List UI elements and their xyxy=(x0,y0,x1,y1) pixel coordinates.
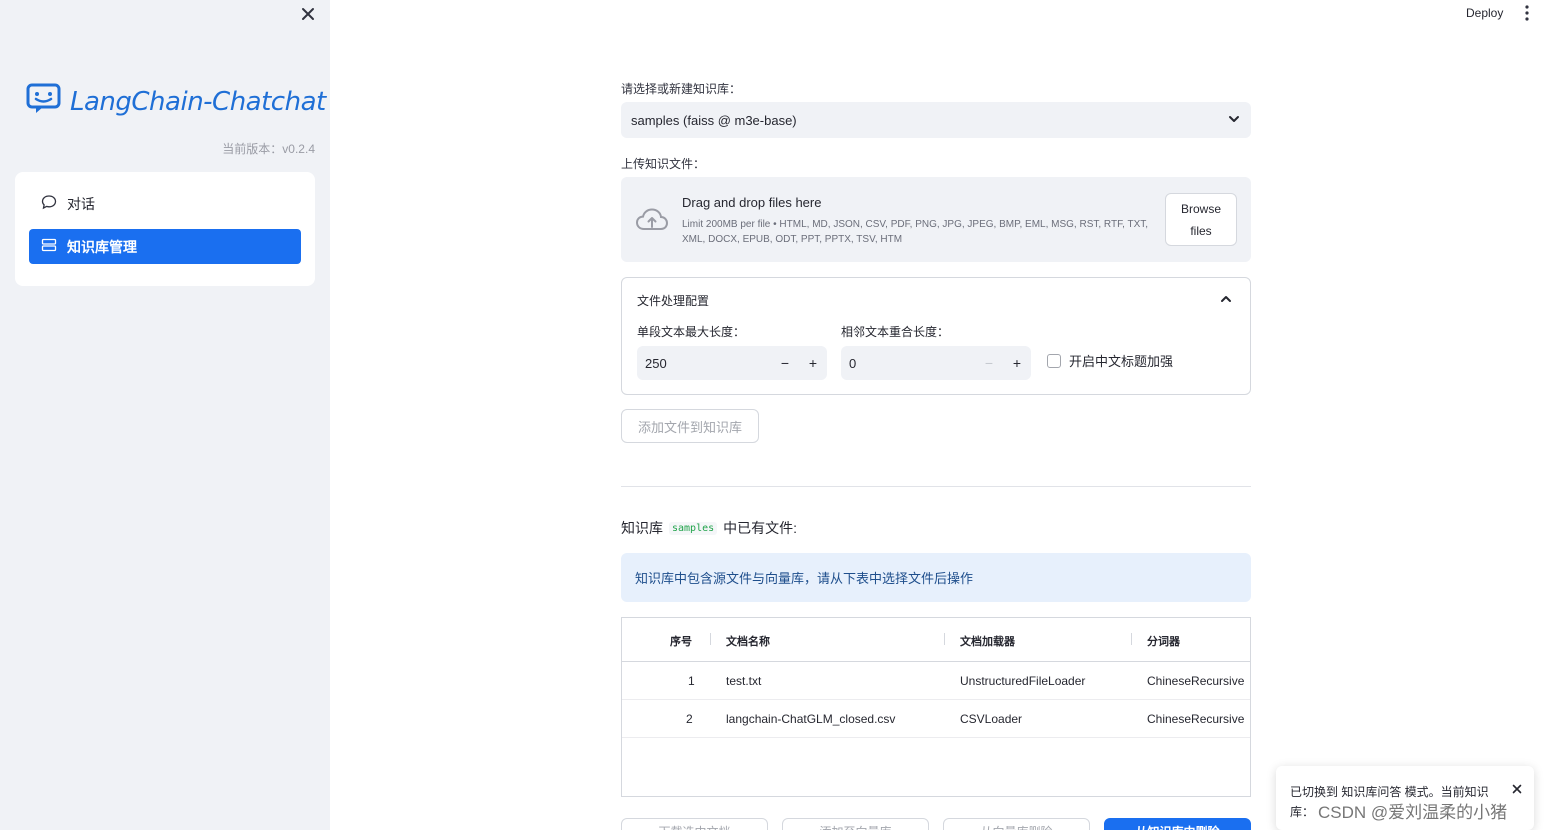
overlap-label: 相邻文本重合长度： xyxy=(841,325,950,339)
config-title[interactable]: 文件处理配置 xyxy=(637,292,709,309)
browse-files-button[interactable]: Browse files xyxy=(1165,193,1237,246)
column-separator xyxy=(944,633,945,645)
upload-label: 上传知识文件： xyxy=(621,157,706,171)
overlap-value[interactable]: 0 xyxy=(841,356,975,371)
increment-button[interactable]: + xyxy=(799,355,827,371)
kb-files-table[interactable]: 序号 文档名称 文档加载器 分词器 1 test.txt Unstructure… xyxy=(621,617,1251,797)
chunk-size-value[interactable]: 250 xyxy=(637,356,771,371)
sidebar: LangChain-Chatchat 当前版本：v0.2.4 对话 知识库管理 xyxy=(0,0,330,830)
browse-label-line1: Browse xyxy=(1180,202,1221,216)
table-row[interactable]: 1 test.txt UnstructuredFileLoader Chines… xyxy=(622,662,1250,700)
close-sidebar-icon[interactable] xyxy=(298,4,318,24)
download-selected-button[interactable]: 下载选中文档 xyxy=(621,818,768,830)
chat-bubble-icon xyxy=(41,194,57,213)
close-icon[interactable] xyxy=(1512,780,1522,800)
version-label: 当前版本：v0.2.4 xyxy=(222,142,315,156)
column-header-name[interactable]: 文档名称 xyxy=(726,633,770,649)
increment-button[interactable]: + xyxy=(1003,355,1031,371)
zh-title-enhance-checkbox[interactable]: 开启中文标题加强 xyxy=(1047,351,1173,370)
column-header-index[interactable]: 序号 xyxy=(670,633,692,649)
checkbox-label: 开启中文标题加强 xyxy=(1069,354,1174,369)
database-icon xyxy=(41,237,57,256)
bottom-actions: 下载选中文档 添加至向量库 从向量库删除 从知识库中删除 xyxy=(621,818,1251,830)
app-name: LangChain-Chatchat xyxy=(70,86,326,117)
browse-label-line2: files xyxy=(1190,224,1212,238)
chunk-size-stepper[interactable]: 250 − + xyxy=(637,346,827,380)
chevron-down-icon xyxy=(1227,112,1241,129)
file-processing-config: 文件处理配置 单段文本最大长度： 250 − + 相邻文本重合长度： 0 − +… xyxy=(621,277,1251,395)
delete-from-vectorstore-button[interactable]: 从向量库删除 xyxy=(943,818,1090,830)
cell-index: 2 xyxy=(686,712,693,726)
kb-files-prefix: 知识库 xyxy=(621,520,663,536)
cloud-upload-icon xyxy=(635,207,669,238)
column-separator xyxy=(1131,633,1132,645)
kb-files-suffix: 中已有文件: xyxy=(723,520,798,536)
app-logo: LangChain-Chatchat xyxy=(26,82,326,121)
overlap-stepper[interactable]: 0 − + xyxy=(841,346,1031,380)
chunk-size-label: 单段文本最大长度： xyxy=(637,325,746,339)
kb-select[interactable]: samples (faiss @ m3e-base) xyxy=(621,102,1251,138)
dropzone-title: Drag and drop files here xyxy=(682,195,822,210)
sidebar-item-chat[interactable]: 对话 xyxy=(29,186,301,221)
cell-loader: CSVLoader xyxy=(960,712,1023,726)
sidebar-item-label: 知识库管理 xyxy=(67,238,137,255)
checkbox-box[interactable] xyxy=(1047,353,1061,368)
dropzone-limit-text: Limit 200MB per file • HTML, MD, JSON, C… xyxy=(682,219,1149,245)
chat-logo-icon xyxy=(26,82,62,121)
cell-name: test.txt xyxy=(726,674,762,688)
column-header-splitter[interactable]: 分词器 xyxy=(1147,633,1180,649)
cell-index: 1 xyxy=(688,674,695,688)
kb-select-value: samples (faiss @ m3e-base) xyxy=(631,112,797,128)
kb-select-label: 请选择或新建知识库： xyxy=(621,82,742,96)
cell-name: langchain-ChatGLM_closed.csv xyxy=(726,712,896,726)
divider xyxy=(621,486,1251,487)
add-files-button[interactable]: 添加文件到知识库 xyxy=(621,409,759,443)
kb-name-code: samples xyxy=(669,521,718,535)
kb-files-title: 知识库 samples 中已有文件: xyxy=(621,518,797,538)
table-header: 序号 文档名称 文档加载器 分词器 xyxy=(622,618,1250,662)
cell-splitter: ChineseRecursive xyxy=(1147,674,1245,688)
chevron-up-icon[interactable] xyxy=(1220,292,1232,310)
info-alert: 知识库中包含源文件与向量库，请从下表中选择文件后操作 xyxy=(621,553,1251,602)
watermark: CSDN @爱刘温柔的小猪 xyxy=(1318,803,1508,822)
add-to-vectorstore-button[interactable]: 添加至向量库 xyxy=(782,818,929,830)
sidebar-nav: 对话 知识库管理 xyxy=(15,172,315,286)
column-header-loader[interactable]: 文档加载器 xyxy=(960,633,1015,649)
cell-splitter: ChineseRecursive xyxy=(1147,712,1245,726)
sidebar-item-label: 对话 xyxy=(67,195,95,212)
sidebar-item-kb-management[interactable]: 知识库管理 xyxy=(29,229,301,264)
table-row[interactable]: 2 langchain-ChatGLM_closed.csv CSVLoader… xyxy=(622,700,1250,738)
more-options-icon[interactable] xyxy=(1520,4,1534,22)
app-root: LangChain-Chatchat 当前版本：v0.2.4 对话 知识库管理 … xyxy=(0,0,1545,830)
decrement-button[interactable]: − xyxy=(975,355,1003,371)
delete-from-kb-button[interactable]: 从知识库中删除 xyxy=(1104,818,1251,830)
decrement-button[interactable]: − xyxy=(771,355,799,371)
deploy-button[interactable]: Deploy xyxy=(1466,6,1503,20)
cell-loader: UnstructuredFileLoader xyxy=(960,674,1086,688)
file-dropzone[interactable]: Drag and drop files here Limit 200MB per… xyxy=(621,177,1251,262)
column-separator xyxy=(710,633,711,645)
